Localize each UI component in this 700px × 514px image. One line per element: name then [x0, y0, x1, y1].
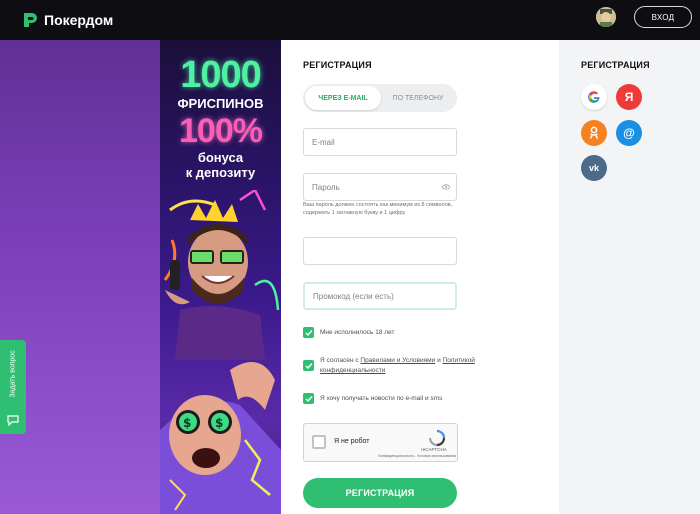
- tab-email[interactable]: ЧЕРЕЗ E-MAIL: [305, 86, 381, 110]
- mail-button[interactable]: @: [616, 120, 642, 146]
- recaptcha-widget: Я не робот reCAPTCHA Конфиденциальность …: [303, 423, 458, 462]
- recaptcha-checkbox[interactable]: [312, 435, 326, 449]
- email-field[interactable]: E-mail: [303, 128, 457, 156]
- recaptcha-label: Я не робот: [334, 438, 370, 445]
- registration-method-switch: ЧЕРЕЗ E-MAIL ПО ТЕЛЕФОНУ: [303, 84, 457, 112]
- banner-bonus-line1: бонуса: [197, 150, 244, 165]
- terms-text-pre: Я согласен с: [320, 357, 361, 364]
- recaptcha-brand: reCAPTCHA: [421, 447, 447, 452]
- login-button[interactable]: ВХОД: [634, 6, 692, 28]
- google-button[interactable]: [581, 84, 607, 110]
- banner-bonus-text: бонуса к депозиту: [160, 150, 281, 180]
- google-icon: [588, 91, 600, 103]
- promo-code-field[interactable]: Промокод (если есть): [303, 282, 457, 310]
- social-registration: РЕГИСТРАЦИЯ Я @ vk: [559, 40, 700, 514]
- vk-icon: vk: [588, 163, 599, 173]
- check-icon: [305, 395, 313, 402]
- recaptcha-privacy[interactable]: Конфиденциальность - Условия использован…: [370, 454, 456, 458]
- age-checkbox[interactable]: [303, 327, 314, 338]
- avatar-icon: [596, 7, 616, 27]
- check-icon: [305, 329, 313, 336]
- chat-icon: [7, 415, 19, 426]
- recaptcha-logo-icon: [428, 429, 446, 447]
- ask-question-tab[interactable]: Задать вопрос: [0, 340, 26, 434]
- terms-checkbox-label: Я согласен с Правилами и Условиями и Пол…: [320, 356, 490, 376]
- check-icon: [305, 362, 313, 369]
- password-placeholder: Пароль: [312, 182, 340, 192]
- odnoklassniki-icon: [589, 126, 599, 139]
- tab-phone[interactable]: ПО ТЕЛЕФОНУ: [381, 86, 455, 110]
- news-checkbox-label: Я хочу получать новости по e-mail и sms: [320, 395, 443, 402]
- password-hint: Ваш пароль должен состоять как минимум и…: [303, 202, 453, 216]
- banner-bonus-percent: 100%: [179, 112, 263, 150]
- odnoklassniki-button[interactable]: [581, 120, 607, 146]
- svg-text:$: $: [183, 416, 191, 430]
- pokerdom-logo-icon: [24, 13, 37, 27]
- password-field[interactable]: Пароль: [303, 173, 457, 201]
- form-title: РЕГИСТРАЦИЯ: [303, 60, 372, 70]
- register-button[interactable]: РЕГИСТРАЦИЯ: [303, 478, 457, 508]
- news-checkbox[interactable]: [303, 393, 314, 404]
- extra-field[interactable]: [303, 237, 457, 265]
- yandex-icon: Я: [624, 90, 634, 104]
- mail-icon: @: [623, 126, 635, 140]
- promo-banner: 1000 ФРИСПИНОВ 100% бонуса к депозиту $: [160, 40, 281, 514]
- banner-artwork: $ $: [160, 190, 281, 514]
- yandex-button[interactable]: Я: [616, 84, 642, 110]
- email-placeholder: E-mail: [312, 137, 335, 147]
- top-bar: Покердом ВХОД: [0, 0, 700, 40]
- vk-button[interactable]: vk: [581, 155, 607, 181]
- terms-checkbox[interactable]: [303, 360, 314, 371]
- brand-name: Покердом: [44, 12, 114, 28]
- registration-form: РЕГИСТРАЦИЯ ЧЕРЕЗ E-MAIL ПО ТЕЛЕФОНУ E-m…: [281, 40, 559, 514]
- eye-icon[interactable]: [442, 184, 450, 190]
- age-checkbox-label: Мне исполнилось 18 лет: [320, 329, 395, 336]
- svg-text:$: $: [215, 416, 223, 430]
- promo-placeholder: Промокод (если есть): [313, 291, 394, 301]
- logo[interactable]: Покердом: [22, 12, 113, 28]
- terms-text-mid: и: [435, 357, 443, 364]
- terms-link[interactable]: Правилами и Условиями: [360, 357, 435, 364]
- social-title: РЕГИСТРАЦИЯ: [581, 60, 650, 70]
- banner-bonus-line2: к депозиту: [185, 165, 256, 180]
- ask-question-label: Задать вопрос: [9, 350, 17, 398]
- banner-freespins-count: 1000: [180, 54, 262, 96]
- banner-freespins-label: ФРИСПИНОВ: [177, 96, 264, 111]
- avatar[interactable]: [596, 7, 616, 27]
